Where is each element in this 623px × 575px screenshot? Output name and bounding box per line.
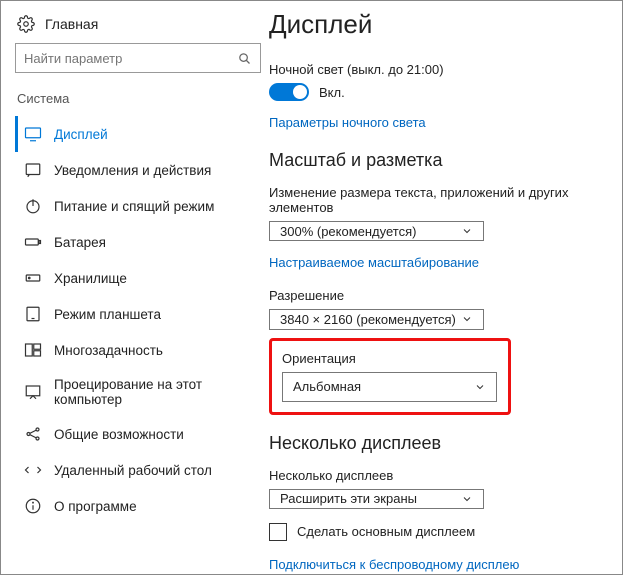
gear-icon [17, 15, 35, 33]
multi-display-select[interactable]: Расширить эти экраны [269, 489, 484, 509]
sidebar-item-label: О программе [54, 499, 137, 514]
nav-list: Дисплей Уведомления и действия Питание и… [15, 116, 261, 524]
sidebar-item-storage[interactable]: Хранилище [15, 260, 261, 296]
scale-heading: Масштаб и разметка [269, 150, 604, 171]
sidebar-item-projecting[interactable]: Проецирование на этот компьютер [15, 368, 261, 416]
sidebar-item-label: Питание и спящий режим [54, 199, 214, 214]
checkbox-label: Сделать основным дисплеем [297, 524, 475, 539]
sidebar-item-notifications[interactable]: Уведомления и действия [15, 152, 261, 188]
sidebar-item-battery[interactable]: Батарея [15, 224, 261, 260]
notification-icon [24, 161, 42, 179]
select-value: 300% (рекомендуется) [280, 224, 416, 239]
search-icon [237, 51, 252, 66]
sidebar: Главная Система Дисплей Уведомления и де… [1, 1, 269, 574]
orientation-select[interactable]: Альбомная [282, 372, 497, 402]
chevron-down-icon [461, 225, 473, 237]
remote-icon [24, 461, 42, 479]
monitor-icon [24, 125, 42, 143]
project-icon [24, 383, 42, 401]
toggle-state: Вкл. [319, 85, 345, 100]
info-icon [24, 497, 42, 515]
multi-label: Несколько дисплеев [269, 468, 604, 483]
section-label: Система [17, 91, 261, 106]
orientation-label: Ориентация [282, 351, 498, 366]
sidebar-item-about[interactable]: О программе [15, 488, 261, 524]
sidebar-item-label: Многозадачность [54, 343, 163, 358]
checkbox-icon[interactable] [269, 523, 287, 541]
chevron-down-icon [461, 493, 473, 505]
sidebar-item-label: Батарея [54, 235, 106, 250]
sidebar-item-label: Режим планшета [54, 307, 161, 322]
orientation-highlight: Ориентация Альбомная [269, 338, 511, 415]
home-label: Главная [45, 16, 98, 32]
sidebar-item-label: Общие возможности [54, 427, 184, 442]
page-title: Дисплей [269, 9, 604, 40]
multitask-icon [24, 341, 42, 359]
resolution-label: Разрешение [269, 288, 604, 303]
sidebar-item-display[interactable]: Дисплей [15, 116, 261, 152]
sidebar-item-power[interactable]: Питание и спящий режим [15, 188, 261, 224]
text-size-label: Изменение размера текста, приложений и д… [269, 185, 604, 215]
sidebar-item-label: Проецирование на этот компьютер [54, 377, 255, 407]
sidebar-item-label: Дисплей [54, 127, 108, 142]
chevron-down-icon [474, 381, 486, 393]
share-icon [24, 425, 42, 443]
night-light-toggle-row: Вкл. [269, 83, 604, 101]
chevron-down-icon [461, 313, 473, 325]
select-value: Альбомная [293, 379, 361, 394]
battery-icon [24, 233, 42, 251]
resolution-select[interactable]: 3840 × 2160 (рекомендуется) [269, 309, 484, 329]
sidebar-item-tablet[interactable]: Режим планшета [15, 296, 261, 332]
sidebar-item-label: Хранилище [54, 271, 127, 286]
night-light-label: Ночной свет (выкл. до 21:00) [269, 62, 604, 77]
night-light-toggle[interactable] [269, 83, 309, 101]
sidebar-item-multitask[interactable]: Многозадачность [15, 332, 261, 368]
sidebar-item-shared[interactable]: Общие возможности [15, 416, 261, 452]
power-icon [24, 197, 42, 215]
sidebar-item-remote[interactable]: Удаленный рабочий стол [15, 452, 261, 488]
sidebar-item-label: Уведомления и действия [54, 163, 211, 178]
night-light-settings-link[interactable]: Параметры ночного света [269, 115, 604, 130]
sidebar-item-label: Удаленный рабочий стол [54, 463, 212, 478]
home-link[interactable]: Главная [15, 11, 261, 43]
main-display-checkbox-row[interactable]: Сделать основным дисплеем [269, 523, 604, 541]
tablet-icon [24, 305, 42, 323]
multi-heading: Несколько дисплеев [269, 433, 604, 454]
custom-scaling-link[interactable]: Настраиваемое масштабирование [269, 255, 604, 270]
search-field[interactable] [24, 51, 237, 66]
storage-icon [24, 269, 42, 287]
select-value: Расширить эти экраны [280, 491, 417, 506]
wireless-display-link[interactable]: Подключиться к беспроводному дисплею [269, 557, 604, 572]
search-input[interactable] [15, 43, 261, 73]
main-panel: Дисплей Ночной свет (выкл. до 21:00) Вкл… [269, 1, 622, 574]
text-size-select[interactable]: 300% (рекомендуется) [269, 221, 484, 241]
select-value: 3840 × 2160 (рекомендуется) [280, 312, 456, 327]
